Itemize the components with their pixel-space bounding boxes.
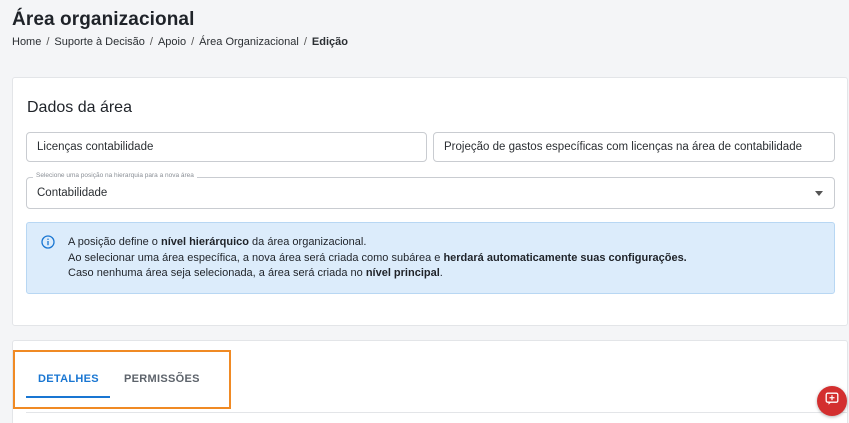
chevron-down-icon[interactable]: [815, 191, 823, 196]
area-description-value: Projeção de gastos específicas com licen…: [444, 141, 802, 153]
tabs-divider: [26, 412, 848, 413]
active-tab-indicator: [26, 396, 110, 398]
info-icon: [41, 235, 55, 249]
breadcrumb-separator: /: [46, 36, 50, 48]
info-text: A posição define o nível hierárquico da …: [68, 235, 687, 282]
breadcrumb-suporte[interactable]: Suporte à Decisão: [54, 36, 145, 48]
breadcrumb-separator: /: [149, 36, 153, 48]
breadcrumb-apoio[interactable]: Apoio: [158, 36, 186, 48]
breadcrumb-separator: /: [191, 36, 195, 48]
tab-permissoes[interactable]: PERMISSÕES: [124, 373, 200, 385]
info-line-1: A posição define o nível hierárquico da …: [68, 236, 367, 248]
breadcrumb-current: Edição: [311, 36, 348, 48]
info-line-2: Ao selecionar uma área específica, a nov…: [68, 251, 687, 264]
breadcrumb: Home / Suporte à Decisão / Apoio / Área Organi…: [12, 36, 348, 48]
hierarchy-select-value: Contabilidade: [37, 187, 108, 199]
chat-button[interactable]: [817, 386, 847, 416]
breadcrumb-area-organizacional[interactable]: Área Organizacional: [199, 36, 299, 48]
card-title: Dados da área: [27, 99, 132, 116]
page-title: Área organizacional: [12, 9, 195, 30]
hierarchy-select-label: Selecione uma posição na hierarquia para…: [33, 172, 197, 179]
hierarchy-select[interactable]: Selecione uma posição na hierarquia para…: [26, 172, 835, 209]
tab-detalhes[interactable]: DETALHES: [38, 373, 99, 385]
info-line-3: Caso nenhuma área seja selecionada, a ár…: [68, 267, 443, 279]
area-description-field[interactable]: Projeção de gastos específicas com licen…: [433, 132, 835, 162]
info-alert: A posição define o nível hierárquico da …: [26, 222, 835, 294]
area-name-field[interactable]: Licenças contabilidade: [26, 132, 427, 162]
dados-area-card: Dados da área Licenças contabilidade Pro…: [12, 77, 848, 326]
breadcrumb-home[interactable]: Home: [12, 36, 41, 48]
chat-icon: [825, 392, 839, 411]
area-name-value: Licenças contabilidade: [37, 141, 154, 153]
breadcrumb-separator: /: [303, 36, 307, 48]
